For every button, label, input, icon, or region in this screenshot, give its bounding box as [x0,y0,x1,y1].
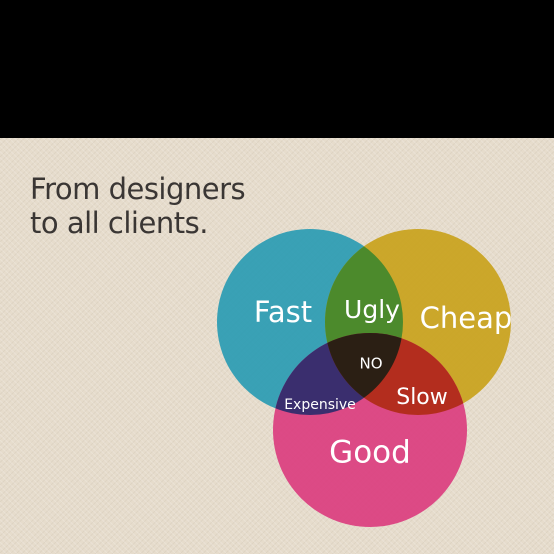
label-fast: Fast [254,295,312,329]
venn-diagram: Fast Cheap Good Ugly Slow Expensive NO [217,229,513,527]
label-cheap: Cheap [420,301,513,335]
label-expensive: Expensive [284,397,356,413]
screen-frame: From designers to all clients. Fast Chea… [0,0,554,554]
label-ugly: Ugly [344,295,400,324]
label-good: Good [329,435,411,471]
label-slow: Slow [396,385,448,410]
label-no: NO [359,355,382,373]
